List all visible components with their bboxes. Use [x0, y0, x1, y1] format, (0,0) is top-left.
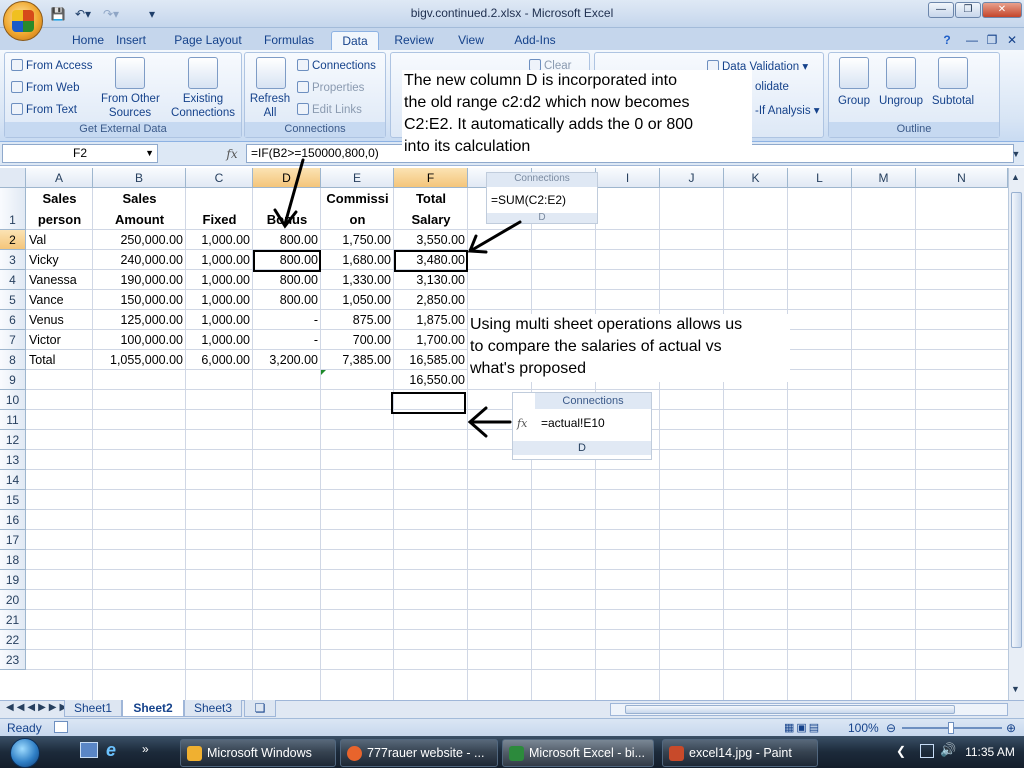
clock[interactable]: 11:35 AM: [958, 736, 1022, 768]
quick-launch-more-icon[interactable]: »: [142, 742, 149, 756]
taskbar-item-excel[interactable]: Microsoft Excel - bi...: [502, 739, 654, 767]
firefox-icon: [347, 746, 362, 761]
internet-explorer-icon[interactable]: e: [106, 740, 126, 760]
volume-icon[interactable]: 🔊: [940, 742, 956, 758]
taskbar-item-paint[interactable]: excel14.jpg - Paint: [662, 739, 818, 767]
sheet-nav-icons[interactable]: ◀◀◀▶▶▶: [6, 702, 70, 713]
windows-folder-icon: [187, 746, 202, 761]
arrow-to-total-salary: [470, 220, 522, 252]
paint-icon: [669, 746, 684, 761]
scroll-down-icon[interactable]: ▼: [1011, 684, 1020, 694]
office-logo-icon: [12, 10, 34, 32]
horizontal-scrollbar[interactable]: [610, 703, 1008, 716]
vertical-scrollbar[interactable]: ▲ ▼: [1008, 168, 1024, 700]
show-desktop-icon[interactable]: [80, 742, 98, 758]
taskbar-item-label: Microsoft Excel - bi...: [529, 746, 645, 760]
view-buttons[interactable]: ▦▣▤: [784, 721, 821, 734]
scroll-up-icon[interactable]: ▲: [1011, 172, 1020, 182]
taskbar-item-label: Microsoft Windows: [207, 746, 312, 760]
excel-icon: [509, 746, 524, 761]
taskbar-item-website[interactable]: 777rauer website - ...: [340, 739, 498, 767]
start-button[interactable]: [2, 736, 50, 768]
zoom-level[interactable]: 100%: [848, 721, 879, 735]
insert-sheet-icon[interactable]: ❏: [244, 700, 276, 717]
sheet-tab-sheet3[interactable]: Sheet3: [184, 700, 242, 717]
status-bar: Ready ▦▣▤ 100% ⊖ ⊕: [0, 718, 1024, 736]
zoom-in-icon[interactable]: ⊕: [1006, 721, 1016, 735]
network-icon[interactable]: [920, 744, 934, 758]
tray-expand-icon[interactable]: ❮: [896, 744, 906, 758]
taskbar-item-label: 777rauer website - ...: [367, 746, 485, 760]
annotation-arrows: [273, 158, 522, 438]
sheet-tab-sheet1[interactable]: Sheet1: [64, 700, 122, 717]
office-button[interactable]: [3, 1, 43, 41]
taskbar-item-windows[interactable]: Microsoft Windows: [180, 739, 336, 767]
taskbar-item-label: excel14.jpg - Paint: [689, 746, 792, 760]
macro-record-icon[interactable]: [54, 721, 68, 733]
zoom-slider-thumb[interactable]: [948, 722, 954, 734]
sheet-tab-sheet2[interactable]: Sheet2: [122, 700, 184, 717]
horizontal-scroll-thumb[interactable]: [625, 705, 955, 714]
status-ready: Ready: [7, 721, 42, 735]
zoom-out-icon[interactable]: ⊖: [886, 721, 896, 735]
vertical-scroll-thumb[interactable]: [1011, 192, 1022, 648]
windows-start-icon: [10, 738, 40, 768]
